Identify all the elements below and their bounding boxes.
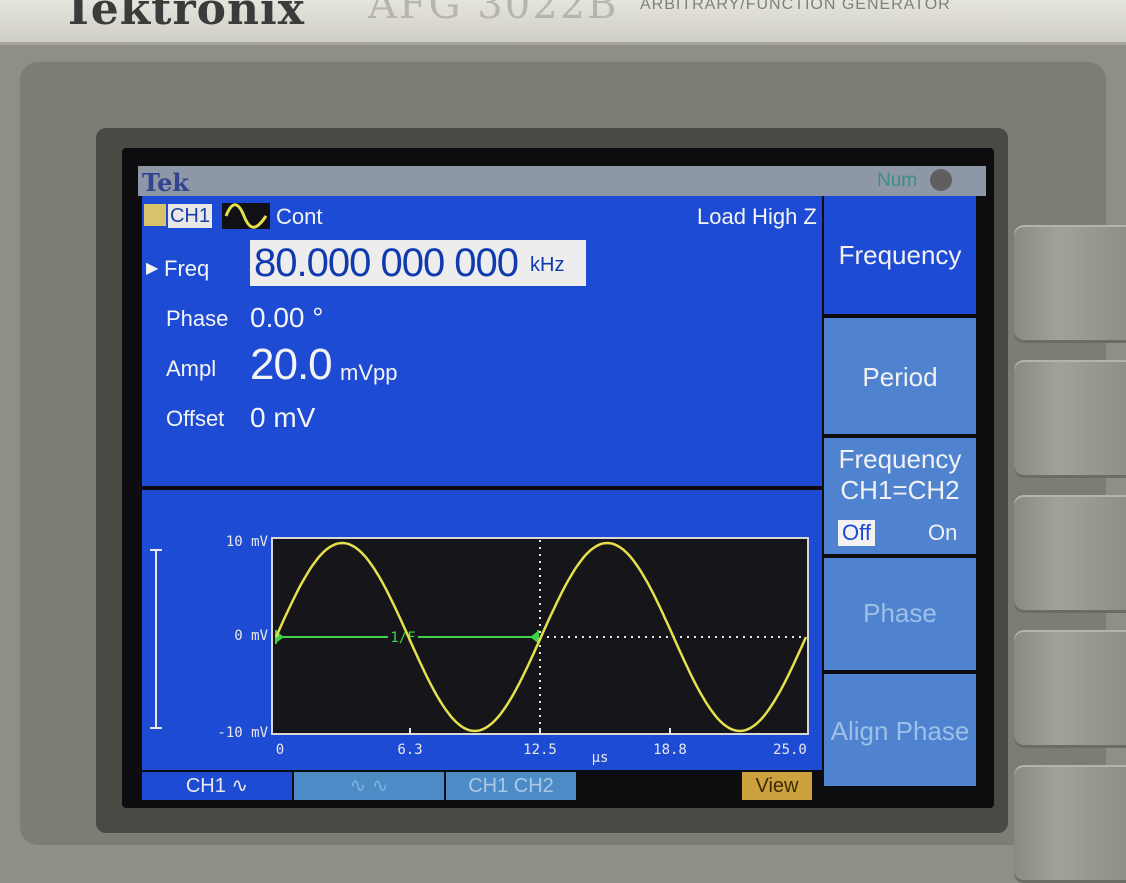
- waveform-plot: 10 mV 0 mV -10 mV 0 6.3 12.5 18.8 25.0 µ…: [150, 534, 809, 766]
- softkey-5[interactable]: [1014, 765, 1126, 883]
- freq-label: Freq: [164, 256, 210, 281]
- lcd-screen: Tek Num CH1 Cont Load High Z ▶ Freq 80.0…: [122, 148, 994, 808]
- load-impedance: Load High Z: [697, 204, 817, 229]
- menu-frequency-button[interactable]: Frequency: [824, 196, 976, 314]
- model-number: AFG 3022B: [368, 0, 619, 28]
- x-label-1: 6.3: [397, 742, 422, 758]
- menu-phase-button[interactable]: Phase: [824, 558, 976, 670]
- menu-frequency-link-button[interactable]: Frequency CH1=CH2 Off On: [824, 438, 976, 554]
- channel-label: CH1: [168, 204, 212, 228]
- menu-align-phase-button[interactable]: Align Phase: [824, 674, 976, 786]
- phase-value[interactable]: 0.00 °: [250, 302, 323, 334]
- off-option[interactable]: Off: [838, 520, 875, 546]
- softkey-3[interactable]: [1014, 495, 1126, 613]
- selected-arrow-icon: ▶: [146, 260, 159, 277]
- softkey-1[interactable]: [1014, 225, 1126, 343]
- x-label-0: 0: [276, 742, 284, 758]
- ampl-unit: mVpp: [340, 360, 398, 385]
- menu-phase-label: Phase: [863, 598, 937, 628]
- view-button[interactable]: View: [742, 772, 812, 800]
- menu-freq-link-line2: CH1=CH2: [840, 475, 960, 505]
- menu-period-label: Period: [862, 362, 938, 392]
- sine-wave-icon: [222, 203, 270, 229]
- ampl-value[interactable]: 20.0: [250, 340, 333, 390]
- on-option[interactable]: On: [928, 520, 957, 546]
- freq-unit: kHz: [530, 254, 565, 276]
- softkey-2[interactable]: [1014, 360, 1126, 478]
- menu-frequency-label: Frequency: [838, 240, 962, 270]
- x-label-3: 18.8: [653, 742, 687, 758]
- instrument-top-label: Tektronix AFG 3022B ARBITRARY/FUNCTION G…: [0, 0, 1126, 45]
- tab-ch1[interactable]: CH1 ∿: [142, 772, 292, 800]
- x-label-4: 25.0: [773, 742, 807, 758]
- channel-color-tag: [144, 204, 166, 226]
- y-label-zero: 0 mV: [234, 628, 268, 644]
- status-led-icon: [930, 169, 952, 191]
- sine-wave-icon: ∿ ∿: [349, 775, 389, 797]
- y-label-bottom: -10 mV: [217, 725, 268, 741]
- offset-label: Offset: [166, 406, 225, 431]
- tab-ch1-label: CH1: [185, 775, 226, 797]
- brand-logo: Tektronix: [62, 0, 305, 35]
- ampl-label: Ampl: [166, 356, 217, 381]
- offset-value[interactable]: 0 mV: [250, 402, 315, 434]
- x-unit: µs: [592, 750, 609, 766]
- run-mode: Cont: [276, 204, 323, 229]
- phase-label: Phase: [166, 306, 229, 331]
- menu-align-phase-label: Align Phase: [830, 716, 970, 746]
- bezel-softkeys: [1008, 225, 1126, 883]
- model-description: ARBITRARY/FUNCTION GENERATOR: [640, 0, 951, 13]
- x-label-2: 12.5: [523, 742, 557, 758]
- tab-ch2-wave[interactable]: ∿ ∿: [294, 772, 444, 800]
- title-bar: [138, 166, 986, 196]
- freq-value[interactable]: 80.000 000 000: [254, 241, 519, 286]
- tek-logo: Tek: [142, 168, 190, 197]
- channel-tab-bar: CH1 ∿ ∿ ∿ CH1 CH2 View: [142, 772, 822, 800]
- menu-period-button[interactable]: Period: [824, 318, 976, 434]
- tab-ch1-ch2[interactable]: CH1 CH2: [446, 772, 576, 800]
- menu-freq-link-line1: Frequency: [838, 444, 962, 474]
- num-indicator: Num: [877, 170, 918, 191]
- y-label-top: 10 mV: [226, 534, 269, 550]
- softkey-4[interactable]: [1014, 630, 1126, 748]
- sine-wave-icon: ∿: [231, 775, 249, 797]
